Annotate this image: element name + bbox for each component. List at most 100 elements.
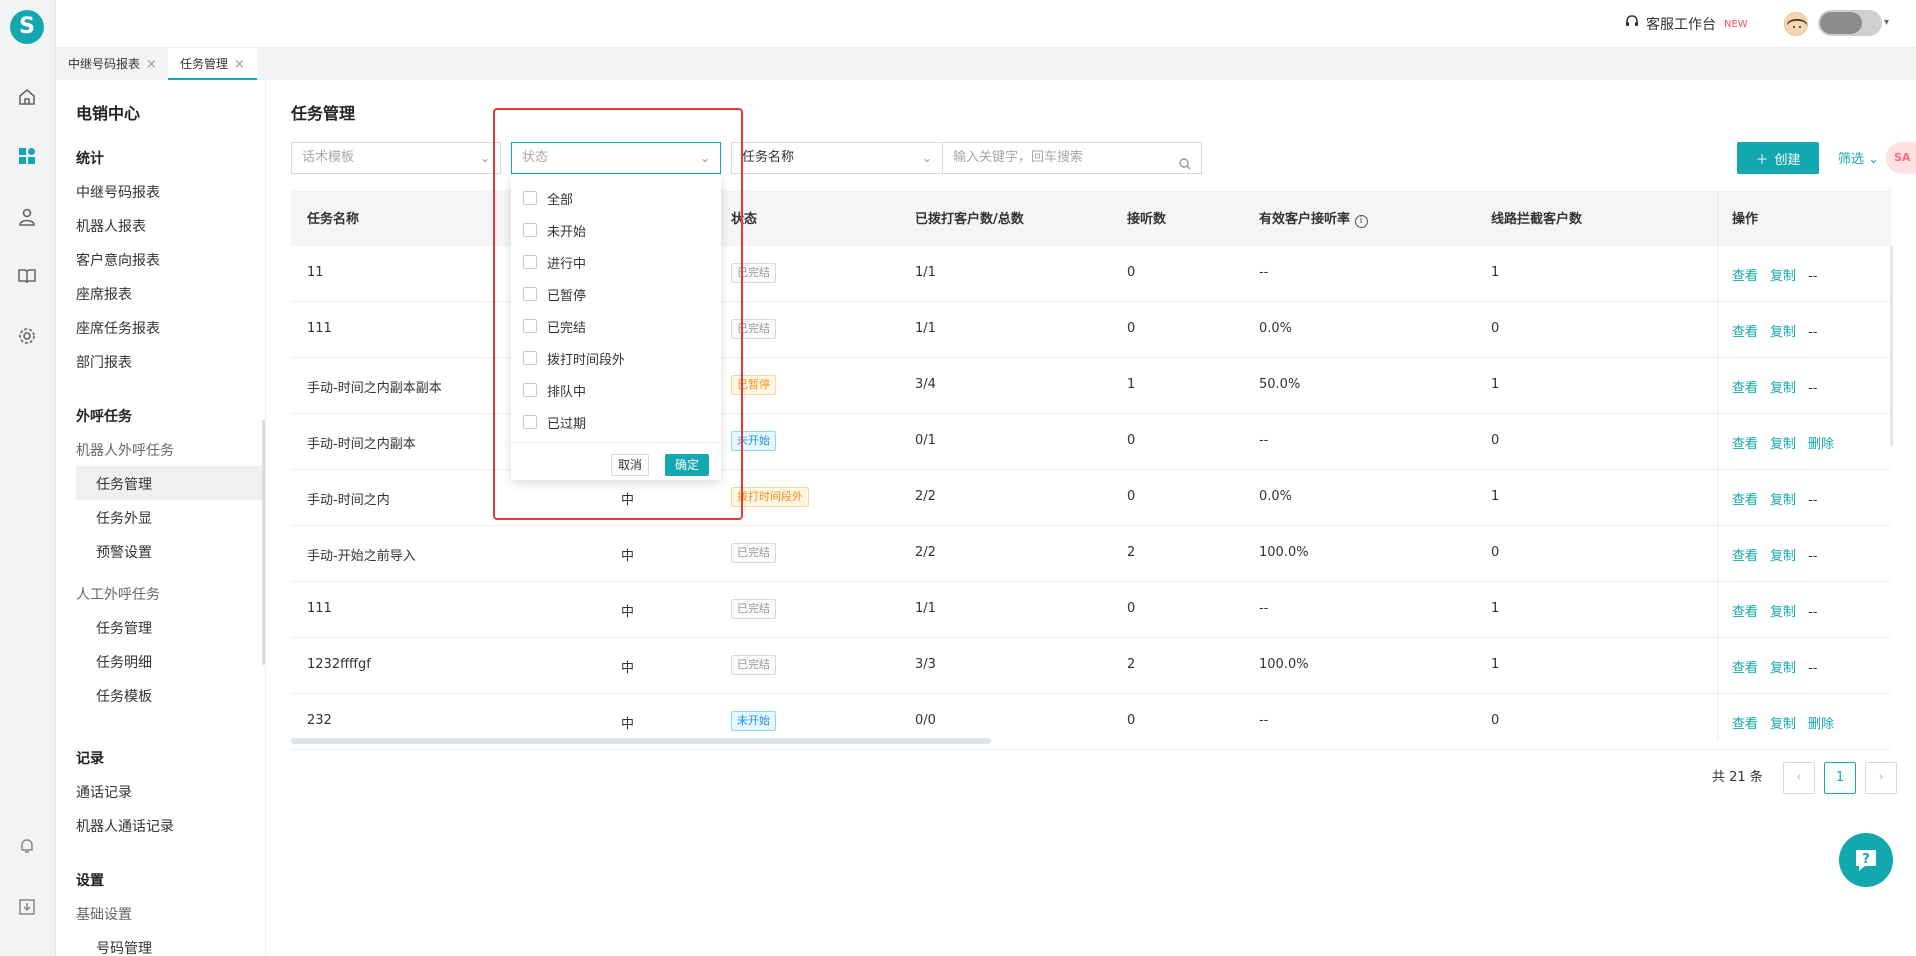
- sidebar-group-settings: 设置: [76, 873, 104, 889]
- sidebar-item-call-records[interactable]: 通话记录: [76, 782, 132, 802]
- view-link[interactable]: 查看: [1732, 661, 1758, 676]
- checkbox[interactable]: [523, 191, 537, 205]
- sidebar-item-number-management[interactable]: 号码管理: [96, 938, 152, 956]
- tab-task-management[interactable]: 任务管理 ×: [168, 48, 257, 80]
- copy-link[interactable]: 复制: [1770, 493, 1796, 508]
- cell-task-name: 232: [307, 713, 332, 728]
- dropdown-divider: [511, 442, 721, 443]
- checkbox[interactable]: [523, 415, 537, 429]
- sidebar-item-manual-task-management[interactable]: 任务管理: [96, 618, 152, 638]
- script-template-select[interactable]: 话术模板 ⌄: [291, 142, 501, 174]
- table-vertical-scrollbar[interactable]: [1890, 246, 1893, 446]
- checkbox[interactable]: [523, 383, 537, 397]
- cell-priority: 中: [621, 605, 635, 620]
- th-task-name: 任务名称: [307, 212, 360, 227]
- home-icon[interactable]: [14, 84, 40, 110]
- checkbox[interactable]: [523, 351, 537, 365]
- sidebar-item-task-display[interactable]: 任务外显: [96, 508, 152, 528]
- status-option-finished[interactable]: 已完结: [523, 316, 586, 336]
- copy-link[interactable]: 复制: [1770, 269, 1796, 284]
- delete-link[interactable]: 删除: [1808, 717, 1834, 732]
- copy-link[interactable]: 复制: [1770, 437, 1796, 452]
- delete-link[interactable]: 删除: [1808, 437, 1834, 452]
- status-select[interactable]: 状态 ⌄: [511, 142, 721, 174]
- robot-icon[interactable]: [14, 204, 40, 230]
- checkbox[interactable]: [523, 255, 537, 269]
- view-link[interactable]: 查看: [1732, 269, 1758, 284]
- filter-toggle[interactable]: 筛选 ⌄: [1838, 148, 1879, 167]
- cell-task-name: 手动-时间之内副本: [307, 437, 416, 452]
- copy-link[interactable]: 复制: [1770, 325, 1796, 340]
- checkbox[interactable]: [523, 287, 537, 301]
- sidebar-item-alert-settings[interactable]: 预警设置: [96, 542, 152, 562]
- sidebar-item-dept-report[interactable]: 部门报表: [76, 352, 132, 372]
- create-button[interactable]: ＋ 创建: [1737, 142, 1819, 174]
- task-name-select[interactable]: 任务名称 ⌄: [731, 142, 943, 174]
- sidebar-item-task-detail[interactable]: 任务明细: [96, 652, 152, 672]
- translate-float-tab[interactable]: SA: [1886, 142, 1916, 174]
- sidebar-item-seat-task-report[interactable]: 座席任务报表: [76, 318, 160, 338]
- view-link[interactable]: 查看: [1732, 605, 1758, 620]
- sidebar-item-intent-report[interactable]: 客户意向报表: [76, 250, 160, 270]
- copy-link[interactable]: 复制: [1770, 717, 1796, 732]
- dashboard-icon[interactable]: [14, 143, 40, 169]
- status-option-paused[interactable]: 已暂停: [523, 284, 586, 304]
- book-icon[interactable]: [14, 263, 40, 289]
- sidebar-item-robot-outbound[interactable]: 机器人外呼任务: [76, 440, 174, 460]
- copy-link[interactable]: 复制: [1770, 605, 1796, 620]
- cell-answered: 1: [1127, 377, 1136, 392]
- chevron-down-icon[interactable]: ▾: [1884, 17, 1889, 28]
- checkbox[interactable]: [523, 319, 537, 333]
- service-workbench-link[interactable]: 客服工作台 NEW: [1624, 14, 1748, 34]
- status-badge: 已完结: [731, 319, 776, 339]
- copy-link[interactable]: 复制: [1770, 381, 1796, 396]
- sidebar-item-trunk-report[interactable]: 中继号码报表: [76, 182, 160, 202]
- sidebar-item-task-template[interactable]: 任务模板: [96, 686, 152, 706]
- sidebar-item-robot-call-records[interactable]: 机器人通话记录: [76, 816, 174, 836]
- bell-icon[interactable]: [14, 833, 40, 859]
- view-link[interactable]: 查看: [1732, 437, 1758, 452]
- sidebar-item-manual-outbound[interactable]: 人工外呼任务: [76, 584, 160, 604]
- confirm-button[interactable]: 确定: [665, 454, 709, 476]
- icon-rail: S: [0, 0, 56, 956]
- next-page-button[interactable]: ›: [1865, 762, 1897, 794]
- sidebar-item-robot-report[interactable]: 机器人报表: [76, 216, 146, 236]
- view-link[interactable]: 查看: [1732, 549, 1758, 564]
- sidebar-scrollbar[interactable]: [262, 420, 265, 665]
- prev-page-button[interactable]: ‹: [1783, 762, 1815, 794]
- status-option-queued[interactable]: 排队中: [523, 380, 586, 400]
- view-link[interactable]: 查看: [1732, 717, 1758, 732]
- app-logo[interactable]: S: [10, 10, 44, 44]
- status-option-expired[interactable]: 已过期: [523, 412, 586, 432]
- download-icon[interactable]: [14, 894, 40, 920]
- cell-dialed: 2/2: [915, 545, 936, 560]
- sidebar-item-task-management[interactable]: 任务管理: [96, 474, 152, 494]
- user-menu[interactable]: [1818, 10, 1882, 36]
- status-option-not-started[interactable]: 未开始: [523, 220, 586, 240]
- search-input[interactable]: 输入关键字，回车搜索: [942, 142, 1202, 174]
- sidebar-item-seat-report[interactable]: 座席报表: [76, 284, 132, 304]
- sidebar-item-basic-settings[interactable]: 基础设置: [76, 904, 132, 924]
- page-1-button[interactable]: 1: [1824, 762, 1856, 794]
- option-label: 已暂停: [547, 288, 587, 304]
- cancel-button[interactable]: 取消: [611, 454, 649, 476]
- view-link[interactable]: 查看: [1732, 493, 1758, 508]
- tab-trunk-report[interactable]: 中继号码报表 ×: [56, 48, 169, 80]
- checkbox[interactable]: [523, 223, 537, 237]
- close-icon[interactable]: ×: [146, 57, 157, 72]
- info-icon[interactable]: i: [1354, 215, 1368, 228]
- status-option-outside-hours[interactable]: 拨打时间段外: [523, 348, 625, 368]
- close-icon[interactable]: ×: [234, 57, 245, 72]
- help-button[interactable]: ?: [1839, 833, 1893, 887]
- status-option-in-progress[interactable]: 进行中: [523, 252, 586, 272]
- copy-link[interactable]: 复制: [1770, 549, 1796, 564]
- view-link[interactable]: 查看: [1732, 325, 1758, 340]
- gear-icon[interactable]: [14, 323, 40, 349]
- option-label: 拨打时间段外: [547, 352, 626, 368]
- copy-link[interactable]: 复制: [1770, 661, 1796, 676]
- view-link[interactable]: 查看: [1732, 381, 1758, 396]
- avatar[interactable]: [1784, 12, 1808, 36]
- search-icon[interactable]: [1179, 152, 1191, 170]
- table-horizontal-scrollbar[interactable]: [291, 738, 991, 744]
- status-option-all[interactable]: 全部: [523, 188, 573, 208]
